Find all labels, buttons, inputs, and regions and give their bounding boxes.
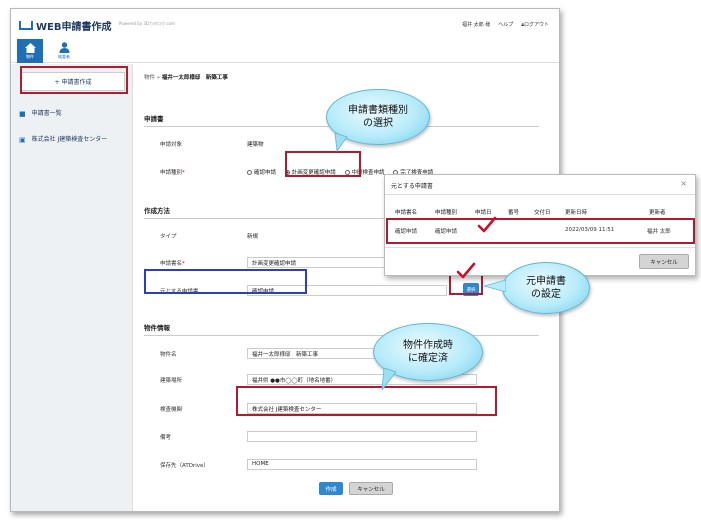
callout-source-setting: 元申請書 の設定 bbox=[502, 262, 590, 314]
col-header: 申請書名 bbox=[395, 210, 418, 216]
save-location-label: 保存先（ATDrive） bbox=[160, 463, 209, 469]
col-header: 更新日時 bbox=[565, 210, 588, 216]
top-nav: 物件 検査者 bbox=[11, 39, 559, 63]
method-type-label: タイプ bbox=[160, 234, 177, 240]
dialog-cancel-button[interactable]: キャンセル bbox=[639, 254, 689, 269]
user-name: 福井 太郎 様 bbox=[462, 22, 491, 28]
property-name-label: 物件名 bbox=[160, 352, 177, 358]
col-header: 申請種別 bbox=[435, 210, 458, 216]
col-header: 更新者 bbox=[649, 210, 666, 216]
col-header: 交付日 bbox=[534, 210, 551, 216]
sidebar: + 申請書作成 ■ 申請書一覧 ▣ 株式会社 J建築検査センター bbox=[11, 64, 133, 511]
highlight-dialog-row bbox=[386, 218, 695, 244]
nav-property[interactable]: 物件 bbox=[17, 39, 43, 63]
callout-pointer bbox=[484, 279, 506, 293]
building-icon: ▣ bbox=[19, 136, 26, 144]
check-icon bbox=[456, 262, 476, 279]
target-value: 建築物 bbox=[247, 142, 264, 148]
create-button[interactable]: 作成 bbox=[319, 482, 343, 495]
logo-icon bbox=[19, 21, 33, 30]
app-name-label: 申請書名* bbox=[160, 261, 185, 267]
location-label: 建築場所 bbox=[160, 378, 183, 384]
target-label: 申請対象 bbox=[160, 142, 183, 148]
remarks-label: 備考 bbox=[160, 435, 172, 441]
breadcrumb-root[interactable]: 物件 bbox=[144, 75, 155, 81]
col-header: 番号 bbox=[508, 210, 520, 216]
sidebar-item-list[interactable]: ■ 申請書一覧 bbox=[19, 110, 129, 118]
powered-by: Powered by 3Dカタログ.com bbox=[119, 21, 175, 26]
help-link[interactable]: ヘルプ bbox=[498, 21, 513, 28]
type-label: 申請種別* bbox=[160, 170, 185, 176]
dialog-title: 元とする申請書 bbox=[391, 183, 433, 190]
home-icon bbox=[24, 42, 36, 53]
save-location-input[interactable]: HOME bbox=[247, 459, 477, 470]
col-header: 申請日 bbox=[475, 210, 492, 216]
logout-link[interactable]: 🔒︎ログアウト bbox=[521, 21, 549, 28]
highlight-plan-change bbox=[285, 151, 361, 177]
radio-confirm[interactable]: 確認申請 bbox=[247, 168, 276, 176]
document-icon: ■ bbox=[19, 110, 26, 118]
app-header: WEB申請書作成 Powered by 3Dカタログ.com 福井 太郎 様 ヘ… bbox=[11, 9, 559, 39]
nav-inspector[interactable]: 検査者 bbox=[51, 39, 77, 63]
person-icon bbox=[59, 42, 69, 53]
cancel-button[interactable]: キャンセル bbox=[349, 482, 393, 495]
breadcrumb: 物件 » 福井一太郎様邸 新築工事 bbox=[144, 75, 228, 81]
method-type-value: 新規 bbox=[247, 234, 259, 240]
section-property-title: 物件情報 bbox=[144, 322, 539, 336]
callout-pointer bbox=[381, 368, 397, 390]
close-icon[interactable]: × bbox=[680, 179, 687, 188]
highlight-new-button bbox=[20, 66, 128, 94]
highlight-source-field bbox=[144, 269, 307, 294]
app-logo: WEB申請書作成 bbox=[19, 18, 111, 33]
sidebar-item-agency[interactable]: ▣ 株式会社 J建築検査センター bbox=[19, 136, 129, 144]
callout-pointer bbox=[334, 133, 348, 153]
check-icon bbox=[477, 216, 497, 233]
breadcrumb-current: 福井一太郎様邸 新築工事 bbox=[161, 75, 228, 81]
header-links: 福井 太郎 様 ヘルプ 🔒︎ログアウト bbox=[462, 21, 549, 28]
remarks-input[interactable] bbox=[247, 431, 477, 442]
highlight-agency-field bbox=[236, 386, 497, 416]
agency-label: 検査機関 bbox=[160, 407, 183, 413]
